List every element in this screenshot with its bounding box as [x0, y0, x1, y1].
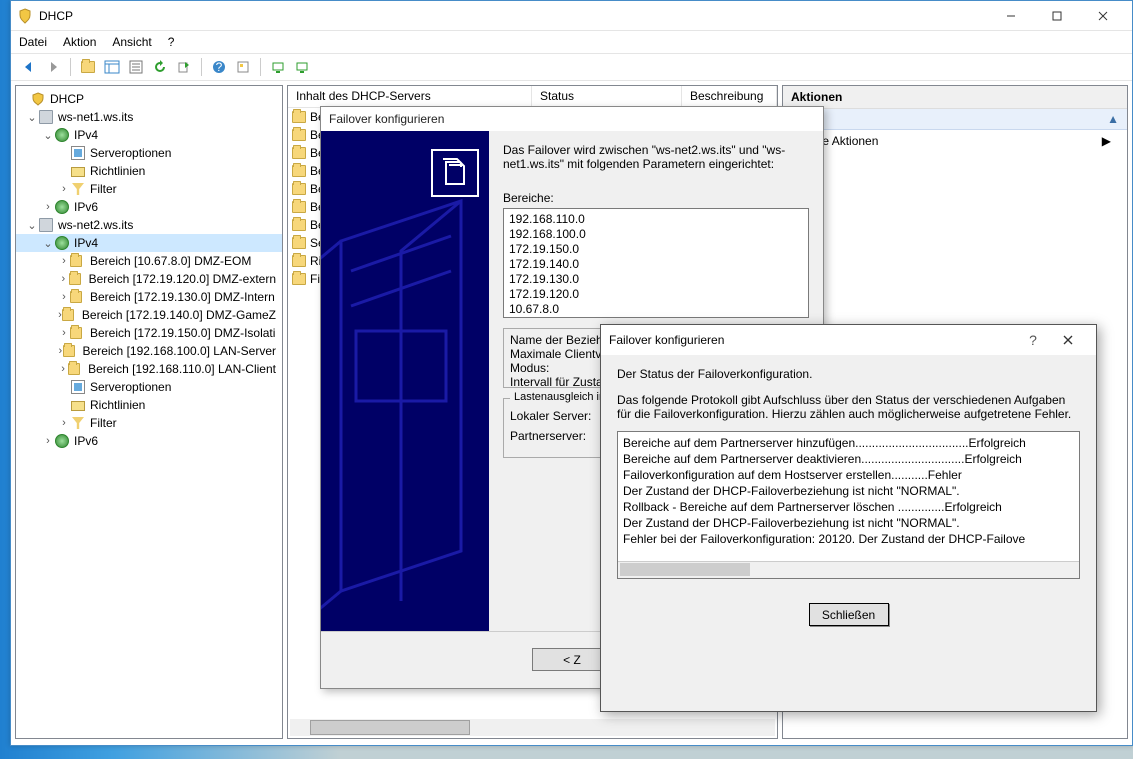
- close-button[interactable]: [1080, 1, 1126, 31]
- status-titlebar[interactable]: Failover konfigurieren ?: [601, 325, 1096, 355]
- tree-ipv6-2[interactable]: ›IPv6: [16, 432, 282, 450]
- scopes-list[interactable]: 192.168.110.0192.168.100.0172.19.150.017…: [503, 208, 809, 318]
- refresh-icon[interactable]: [150, 57, 170, 77]
- menu-help[interactable]: ?: [168, 35, 175, 49]
- help-icon[interactable]: ?: [209, 57, 229, 77]
- tree-scope[interactable]: ›Bereich [172.19.120.0] DMZ-extern: [16, 270, 282, 288]
- status-dialog: Failover konfigurieren ? Der Status der …: [600, 324, 1097, 712]
- tree-scope[interactable]: ›Bereich [192.168.110.0] LAN-Client: [16, 360, 282, 378]
- titlebar[interactable]: DHCP: [11, 1, 1132, 31]
- tree-scope[interactable]: ›Bereich [192.168.100.0] LAN-Server: [16, 342, 282, 360]
- menu-action[interactable]: Aktion: [63, 35, 96, 49]
- forward-button[interactable]: [43, 57, 63, 77]
- menu-view[interactable]: Ansicht: [112, 35, 151, 49]
- tree-filter-1[interactable]: ›Filter: [16, 180, 282, 198]
- tree-filter-2[interactable]: ›Filter: [16, 414, 282, 432]
- close-icon[interactable]: [1048, 332, 1088, 348]
- maximize-button[interactable]: [1034, 1, 1080, 31]
- back-button[interactable]: [19, 57, 39, 77]
- tree-scope[interactable]: ›Bereich [10.67.8.0] DMZ-EOM: [16, 252, 282, 270]
- tree-ipv4-1[interactable]: ⌄IPv4: [16, 126, 282, 144]
- menu-file[interactable]: Datei: [19, 35, 47, 49]
- status-intro2: Das folgende Protokoll gibt Aufschluss ü…: [617, 393, 1080, 421]
- tree-ipv6-1[interactable]: ›IPv6: [16, 198, 282, 216]
- col-desc[interactable]: Beschreibung: [682, 86, 777, 107]
- list-header: Inhalt des DHCP-Servers Status Beschreib…: [288, 86, 777, 108]
- view-icon[interactable]: [102, 57, 122, 77]
- tree-pane[interactable]: DHCP ⌄ws-net1.ws.its ⌄IPv4 Serveroptione…: [15, 85, 283, 739]
- status-title-text: Failover konfigurieren: [609, 333, 724, 347]
- actions-more[interactable]: eitere Aktionen▶: [783, 130, 1127, 152]
- actions-sub[interactable]: ▲: [783, 109, 1127, 130]
- up-icon[interactable]: [78, 57, 98, 77]
- status-log[interactable]: Bereiche auf dem Partnerserver hinzufüge…: [617, 431, 1080, 579]
- tree-server2[interactable]: ⌄ws-net2.ws.its: [16, 216, 282, 234]
- col-status[interactable]: Status: [532, 86, 682, 107]
- tree-policies-1[interactable]: Richtlinien: [16, 162, 282, 180]
- props-icon[interactable]: [233, 57, 253, 77]
- tree-scope[interactable]: ›Bereich [172.19.140.0] DMZ-GameZ: [16, 306, 282, 324]
- net1-icon[interactable]: [268, 57, 288, 77]
- actions-header: Aktionen: [783, 86, 1127, 109]
- export-icon[interactable]: [174, 57, 194, 77]
- tree-serveropts-2[interactable]: Serveroptionen: [16, 378, 282, 396]
- col-content[interactable]: Inhalt des DHCP-Servers: [288, 86, 532, 107]
- menu-bar: Datei Aktion Ansicht ?: [11, 31, 1132, 53]
- help-button[interactable]: ?: [1018, 332, 1048, 348]
- documents-icon: [431, 149, 479, 197]
- tree-scope[interactable]: ›Bereich [172.19.150.0] DMZ-Isolati: [16, 324, 282, 342]
- wizard-banner: [321, 131, 489, 631]
- svg-text:?: ?: [216, 60, 223, 74]
- tree-policies-2[interactable]: Richtlinien: [16, 396, 282, 414]
- tree-serveropts-1[interactable]: Serveroptionen: [16, 144, 282, 162]
- net2-icon[interactable]: [292, 57, 312, 77]
- tree-root[interactable]: DHCP: [16, 90, 282, 108]
- minimize-button[interactable]: [988, 1, 1034, 31]
- window-title: DHCP: [39, 9, 988, 23]
- dhcp-icon: [17, 8, 33, 24]
- close-button[interactable]: Schließen: [809, 603, 889, 626]
- list-icon[interactable]: [126, 57, 146, 77]
- tree-ipv4-2[interactable]: ⌄IPv4: [16, 234, 282, 252]
- h-scrollbar[interactable]: [290, 719, 775, 736]
- wizard-title[interactable]: Failover konfigurieren: [321, 107, 823, 131]
- log-h-scrollbar[interactable]: [618, 561, 1079, 578]
- tree-scope[interactable]: ›Bereich [172.19.130.0] DMZ-Intern: [16, 288, 282, 306]
- toolbar: ?: [11, 53, 1132, 81]
- wizard-intro: Das Failover wird zwischen "ws-net2.ws.i…: [503, 143, 809, 171]
- tree-server1[interactable]: ⌄ws-net1.ws.its: [16, 108, 282, 126]
- status-intro1: Der Status der Failoverkonfiguration.: [617, 367, 1080, 381]
- scopes-label: Bereiche:: [503, 191, 809, 205]
